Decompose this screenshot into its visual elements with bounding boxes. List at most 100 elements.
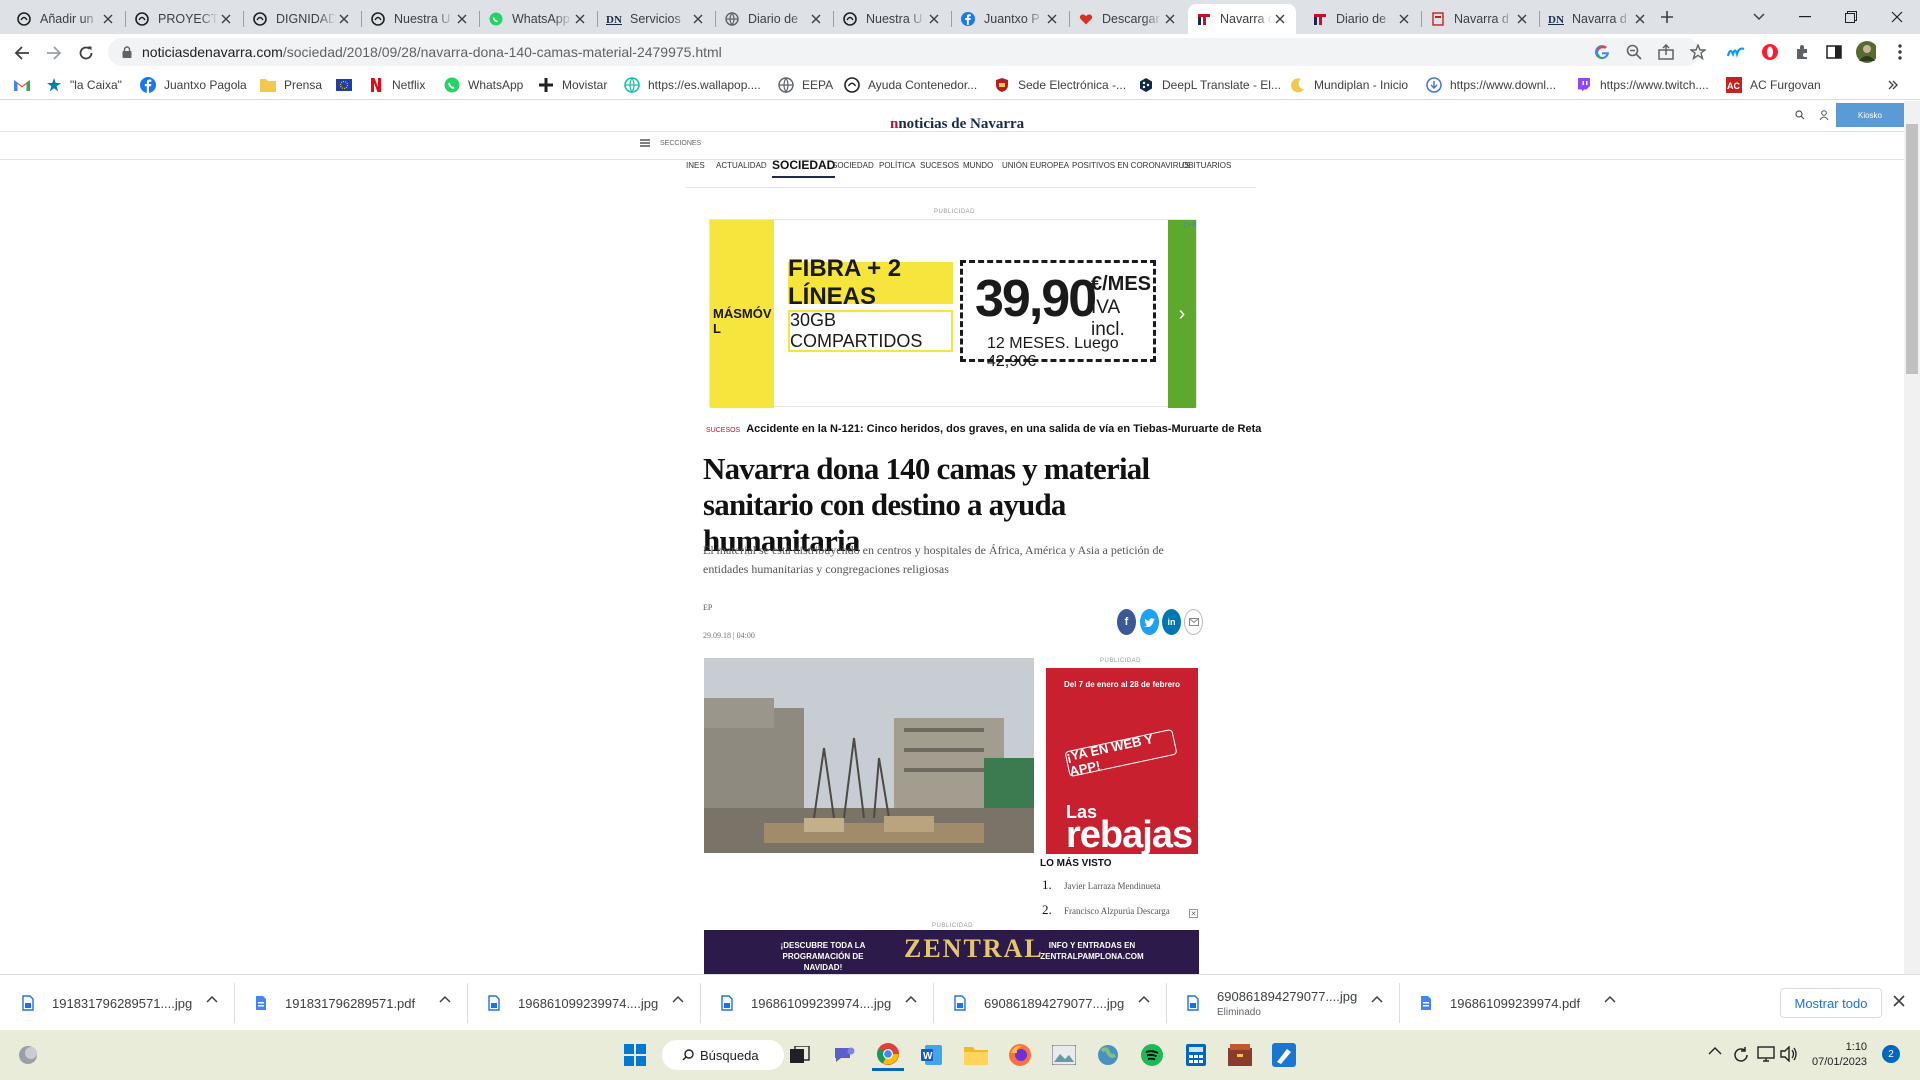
- taskbar-clock[interactable]: 1:10 07/01/2023: [1812, 1040, 1867, 1070]
- nav-item-current[interactable]: SOCIEDAD: [772, 158, 836, 178]
- nav-item[interactable]: POSITIVOS EN CORONAVIRUS: [1072, 161, 1190, 170]
- close-tab-icon[interactable]: [1044, 11, 1060, 27]
- twitter-share-icon[interactable]: [1140, 609, 1159, 635]
- bookmark-download[interactable]: https://www.downl...: [1426, 76, 1556, 94]
- close-tab-icon[interactable]: [1632, 11, 1648, 27]
- weather-icon[interactable]: [12, 1039, 44, 1071]
- bookmark-wallapop[interactable]: https://es.wallapop....: [624, 76, 761, 94]
- ad-banner-masmovil[interactable]: MÁSMÓV L FIBRA + 2 LÍNEAS 30GB COMPARTID…: [709, 219, 1197, 408]
- nav-item[interactable]: UNIÓN EUROPEA: [1002, 161, 1069, 170]
- chevron-up-icon[interactable]: [1371, 995, 1387, 1011]
- download-item[interactable]: 196861099239974....jpg: [488, 975, 684, 1031]
- restore-button[interactable]: [1828, 0, 1874, 34]
- spotify-icon[interactable]: [1136, 1039, 1168, 1071]
- nav-item[interactable]: ACTUALIDAD: [716, 161, 767, 170]
- chevron-up-icon[interactable]: [1604, 995, 1620, 1011]
- side-panel-icon[interactable]: [1824, 42, 1844, 62]
- nav-item[interactable]: SOCIEDAD: [832, 161, 874, 170]
- bookmark-sede[interactable]: Sede Electrónica -...: [994, 76, 1126, 94]
- related-headline[interactable]: SUCESOS Accidente en la N-121: Cinco heri…: [706, 423, 1261, 435]
- tab[interactable]: Nuestra U: [834, 4, 950, 34]
- tab[interactable]: Descargar: [1070, 4, 1186, 34]
- tab-search-button[interactable]: [1736, 0, 1782, 34]
- tab[interactable]: DN Servicios: [598, 4, 714, 34]
- close-tab-icon[interactable]: [572, 11, 588, 27]
- bookmark-movistar[interactable]: Movistar: [538, 76, 607, 94]
- article-author[interactable]: EP: [703, 603, 712, 612]
- bookmark-eu[interactable]: [336, 76, 360, 94]
- share-icon[interactable]: [1656, 42, 1676, 62]
- display-icon[interactable]: [1757, 1046, 1775, 1064]
- close-window-button[interactable]: [1874, 0, 1920, 34]
- sync-icon[interactable]: [1732, 1046, 1750, 1064]
- linkedin-share-icon[interactable]: in: [1162, 609, 1181, 635]
- zoom-icon[interactable]: [1624, 42, 1644, 62]
- movistar-extension-icon[interactable]: [1726, 42, 1746, 62]
- chevron-up-icon[interactable]: [905, 995, 921, 1011]
- close-tab-icon[interactable]: [1272, 11, 1288, 27]
- article-photo[interactable]: [704, 658, 1034, 853]
- search-icon[interactable]: [1788, 103, 1812, 127]
- bookmark-star-icon[interactable]: [1688, 42, 1708, 62]
- bookmark-twitch[interactable]: https://www.twitch....: [1576, 76, 1709, 94]
- chevron-up-icon[interactable]: [1138, 995, 1154, 1011]
- bookmarks-overflow-button[interactable]: [1888, 76, 1898, 94]
- tab[interactable]: PROYECTO: [126, 4, 242, 34]
- user-icon[interactable]: [1812, 103, 1836, 127]
- show-all-downloads-button[interactable]: Mostrar todo: [1780, 988, 1882, 1018]
- download-item[interactable]: 690861894279077....jpg: [954, 975, 1150, 1031]
- close-tab-icon[interactable]: [336, 11, 352, 27]
- facebook-share-icon[interactable]: f: [1117, 609, 1136, 635]
- email-share-icon[interactable]: [1184, 609, 1203, 635]
- bookmark-deepl[interactable]: DeepL Translate - El...: [1138, 76, 1281, 94]
- bookmark-juantxo[interactable]: Juantxo Pagola: [140, 76, 247, 94]
- tab[interactable]: Diario de: [1304, 4, 1420, 34]
- tab[interactable]: Nuestra U: [362, 4, 478, 34]
- most-viewed-item[interactable]: 1. Javier Larraza Mendinueta: [1042, 877, 1160, 893]
- tab[interactable]: DN Navarra d: [1540, 4, 1656, 34]
- ad-zentral[interactable]: ¡DESCUBRE TODA LA PROGRAMACIÓN DE NAVIDA…: [704, 930, 1199, 974]
- tab[interactable]: Juantxo P: [952, 4, 1068, 34]
- paint-app-icon[interactable]: [1268, 1039, 1300, 1071]
- tab[interactable]: Añadir un: [8, 4, 124, 34]
- ad-choices-icon[interactable]: ▷✕: [1185, 219, 1198, 229]
- taskbar-search[interactable]: Búsqueda: [662, 1040, 784, 1070]
- chevron-up-icon[interactable]: [672, 995, 688, 1011]
- chevron-right-icon[interactable]: ›: [1168, 220, 1196, 408]
- task-view-icon[interactable]: [784, 1039, 816, 1071]
- bookmark-la-caixa[interactable]: "la Caixa": [46, 76, 122, 94]
- windows-start-icon[interactable]: [619, 1039, 651, 1071]
- bookmark-whatsapp[interactable]: WhatsApp: [444, 76, 523, 94]
- tab[interactable]: WhatsApp: [480, 4, 596, 34]
- chrome-taskbar-icon[interactable]: [872, 1039, 904, 1071]
- bookmark-mundiplan[interactable]: Mundiplan - Inicio: [1290, 76, 1408, 94]
- file-explorer-icon[interactable]: [960, 1039, 992, 1071]
- back-button[interactable]: [8, 39, 36, 67]
- scrollbar-thumb[interactable]: [1906, 124, 1918, 374]
- download-item[interactable]: 196861099239974.pdf: [1420, 975, 1616, 1031]
- photos-icon[interactable]: [1048, 1039, 1080, 1071]
- forward-button[interactable]: [40, 39, 68, 67]
- close-download-shelf-icon[interactable]: [1893, 995, 1909, 1011]
- speaker-icon[interactable]: [1780, 1046, 1798, 1064]
- nav-item[interactable]: POLÍTICA: [879, 161, 915, 170]
- close-tab-icon[interactable]: [926, 11, 942, 27]
- nav-item[interactable]: INES: [686, 161, 705, 170]
- close-icon[interactable]: ✕: [1189, 909, 1198, 918]
- secciones-menu[interactable]: SECCIONES: [640, 139, 701, 147]
- minimize-button[interactable]: [1782, 0, 1828, 34]
- ad-rebajas[interactable]: Del 7 de enero al 28 de febrero ¡YA EN W…: [1046, 668, 1198, 854]
- maps-app-icon[interactable]: [1092, 1039, 1124, 1071]
- close-tab-icon[interactable]: [690, 11, 706, 27]
- notification-badge[interactable]: 2: [1882, 1045, 1900, 1063]
- chevron-up-icon[interactable]: [206, 995, 222, 1011]
- close-tab-icon[interactable]: [1514, 11, 1530, 27]
- google-icon[interactable]: [1592, 42, 1612, 62]
- nav-item[interactable]: OBITUARIOS: [1182, 161, 1231, 170]
- bookmark-ayuda[interactable]: Ayuda Contenedor...: [844, 76, 977, 94]
- profile-avatar[interactable]: [1856, 41, 1876, 63]
- chevron-up-icon[interactable]: [1708, 1046, 1726, 1064]
- nav-item[interactable]: MUNDO: [963, 161, 993, 170]
- teams-chat-icon[interactable]: [828, 1039, 860, 1071]
- download-item[interactable]: 191831796289571.pdf: [255, 975, 451, 1031]
